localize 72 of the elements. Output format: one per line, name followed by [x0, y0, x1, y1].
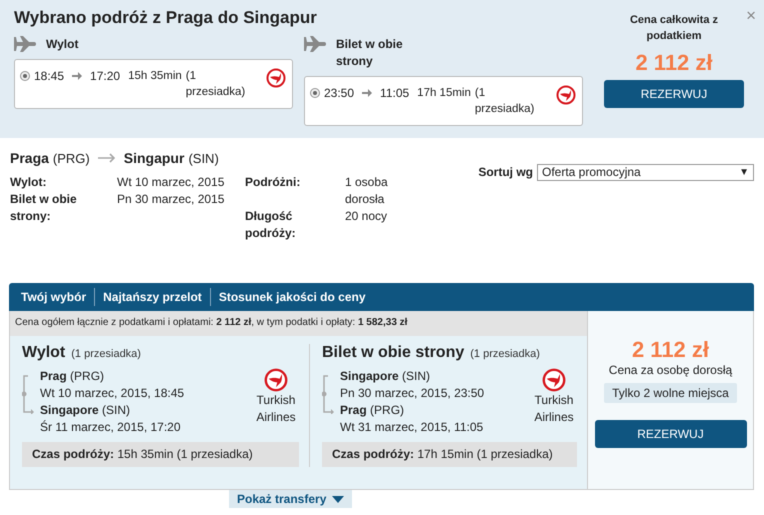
detail-label: Długość podróży:	[245, 208, 297, 242]
dropdown-icon: ▼	[739, 166, 749, 178]
sort-label: Sortuj wg	[478, 165, 533, 179]
flight-option[interactable]: 18:45 17:20 15h 35min (1 przesiadka)	[14, 59, 293, 109]
leg-label: Bilet w obie strony	[336, 36, 404, 70]
origin-code: (PRG)	[52, 150, 90, 166]
airline-name: Turkish Airlines	[533, 392, 575, 426]
seats-badge: Tylko 2 wolne miejsca	[604, 383, 737, 403]
plane-icon	[14, 36, 36, 52]
radio-button[interactable]	[310, 88, 320, 98]
depart-time: 23:50	[324, 85, 354, 101]
detail-value: 20 nocy	[345, 208, 388, 225]
price-per-adult: 2 112 zł	[632, 337, 710, 363]
leg-label: Wylot	[46, 36, 80, 53]
origin-city: Praga	[10, 150, 49, 166]
book-button[interactable]: REZERWUJ	[604, 80, 744, 108]
tab[interactable]: Najtańszy przelot	[94, 288, 210, 306]
arrival-airport: Singapore (SIN)	[40, 402, 132, 419]
detail-label: Wylot:	[10, 174, 48, 191]
book-button[interactable]: REZERWUJ	[594, 420, 746, 448]
arrive-time: 17:20	[90, 68, 120, 84]
airline-logo-icon	[556, 85, 576, 105]
price-note: Cena za osobę dorosłą	[608, 363, 732, 377]
airline-name: Turkish Airlines	[255, 392, 297, 426]
detail-value: Pn 30 marzec, 2015	[117, 191, 226, 208]
duration: 15h 35min	[128, 69, 182, 84]
summary-title: Wybrano podróż z Praga do Singapur	[14, 8, 318, 28]
depart-time: 18:45	[34, 68, 64, 84]
detail-label: Podróżni:	[245, 174, 302, 191]
airline-logo-icon	[266, 68, 286, 88]
price-label: Cena całkowita z podatkiem	[628, 13, 720, 44]
stops: (1 przesiadka)	[474, 86, 536, 117]
detail-value: Wt 10 marzec, 2015	[117, 174, 226, 191]
leg-title: Bilet w obie strony	[322, 344, 464, 362]
duration: 17h 15min	[417, 86, 471, 101]
tab[interactable]: Twój wybór	[13, 288, 94, 306]
sort-select[interactable]: Oferta promocyjna ▼	[537, 164, 754, 180]
total-price: 2 112 zł	[635, 50, 713, 76]
arrival-time: Wt 31 marzec, 2015, 11:05	[340, 419, 484, 436]
connector-icon	[22, 374, 34, 414]
travel-time-label: Czas podróży:	[332, 447, 414, 461]
stops: (1 przesiadka)	[470, 348, 540, 360]
stops: (1 przesiadka)	[71, 348, 141, 360]
show-transfers-button[interactable]: Pokaż transfery	[229, 490, 352, 508]
arrival-airport: Prag (PRG)	[340, 402, 406, 419]
departure-airport: Prag (PRG)	[40, 368, 106, 385]
arrow-icon	[72, 71, 82, 81]
travel-time: 17h 15min (1 przesiadka)	[417, 447, 553, 461]
arrow-icon	[98, 153, 116, 163]
connector-icon	[322, 374, 334, 414]
detail-value: 1 osoba dorosła	[345, 174, 389, 208]
travel-time-label: Czas podróży:	[32, 447, 114, 461]
arrive-time: 11:05	[380, 85, 410, 101]
radio-button[interactable]	[20, 71, 30, 81]
airline-logo-icon	[542, 368, 566, 392]
departure-airport: Singapore (SIN)	[340, 368, 432, 385]
travel-time: 15h 35min (1 przesiadka)	[117, 447, 253, 461]
airline-logo-icon	[264, 368, 288, 392]
tab[interactable]: Stosunek jakości do ceny	[210, 288, 374, 306]
plane-icon	[304, 36, 326, 52]
detail-label: Bilet w obie strony:	[10, 191, 78, 225]
destination-code: (SIN)	[188, 150, 219, 166]
flight-option[interactable]: 23:50 11:05 17h 15min (1 przesiadka)	[304, 76, 583, 126]
total-price-note: Cena ogółem łącznie z podatkami i opłatami: 2 112 zł, w tym podatki i opłaty: 1 582,33 zł	[10, 311, 587, 336]
stops: (1 przesiadka)	[186, 69, 246, 100]
destination-city: Singapur	[124, 150, 184, 166]
departure-time: Pn 30 marzec, 2015, 23:50	[340, 385, 486, 402]
departure-time: Wt 10 marzec, 2015, 18:45	[40, 385, 186, 402]
leg-title: Wylot	[22, 344, 66, 362]
arrival-time: Śr 11 marzec, 2015, 17:20	[40, 419, 182, 436]
caret-icon	[332, 496, 344, 502]
arrow-icon	[362, 88, 372, 98]
